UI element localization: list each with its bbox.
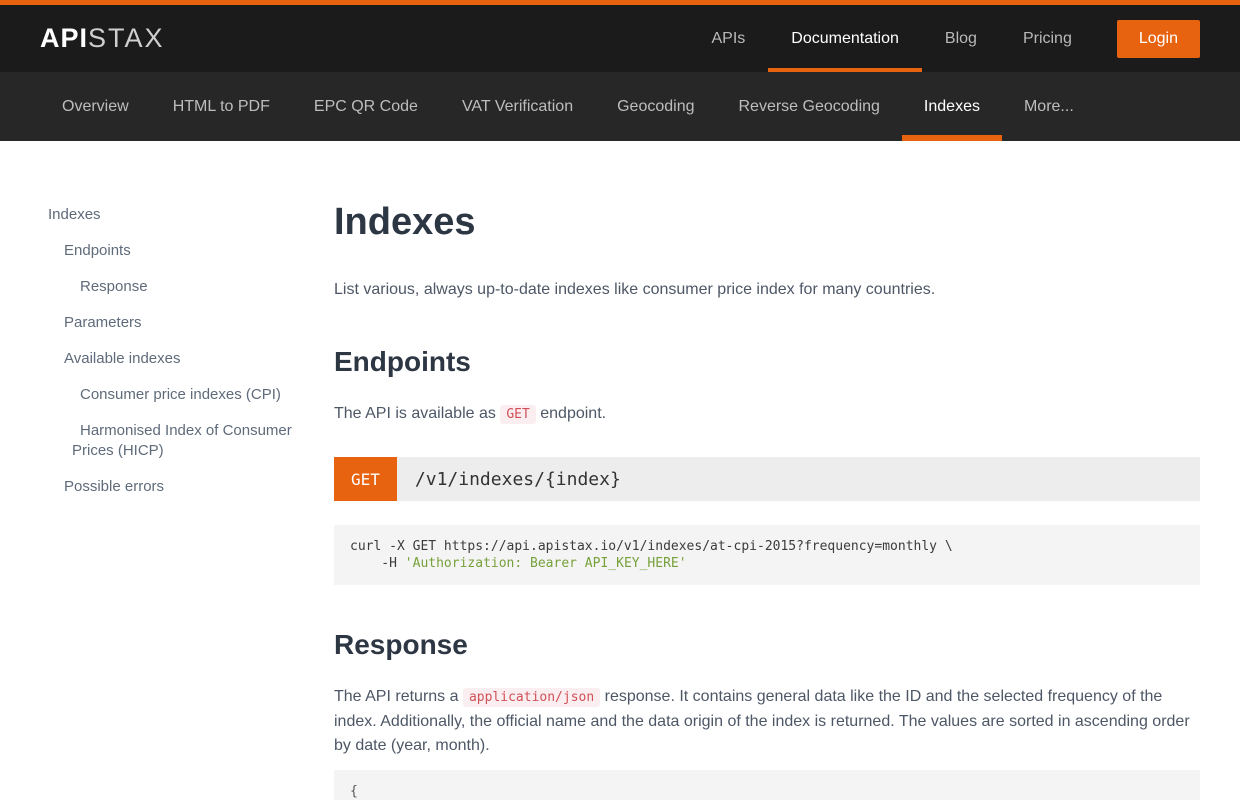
availability-suffix: endpoint.: [536, 405, 606, 422]
brand-logo[interactable]: API STAX: [40, 5, 165, 72]
get-inline-code: GET: [500, 405, 535, 424]
toc-item-endpoints[interactable]: Endpoints: [48, 241, 334, 261]
sub-nav-item-reverse-geocoding[interactable]: Reverse Geocoding: [717, 72, 902, 141]
availability-paragraph: The API is available as GET endpoint.: [334, 402, 1200, 427]
toc-item-hicp[interactable]: Harmonised Index of Consumer Prices (HIC…: [48, 421, 334, 461]
toc-item-cpi[interactable]: Consumer price indexes (CPI): [48, 385, 334, 405]
sub-nav-item-more[interactable]: More...: [1002, 72, 1096, 141]
response-desc-prefix: The API returns a: [334, 688, 463, 705]
sub-nav-item-geocoding[interactable]: Geocoding: [595, 72, 716, 141]
toc-item-parameters[interactable]: Parameters: [48, 313, 334, 333]
content-area: Indexes Endpoints Response Parameters Av…: [0, 141, 1240, 800]
brand-logo-bold: API: [40, 23, 88, 54]
endpoint-box: GET /v1/indexes/{index}: [334, 457, 1200, 501]
page-title: Indexes: [334, 201, 1200, 244]
top-nav-item-apis[interactable]: APIs: [688, 5, 768, 72]
doc-main: Indexes List various, always up-to-date …: [334, 201, 1200, 800]
response-json-code-block: { "id": "at-cpi-2015", "name": "Verbrauc…: [334, 770, 1200, 800]
intro-paragraph: List various, always up-to-date indexes …: [334, 278, 1200, 302]
sub-nav-item-indexes[interactable]: Indexes: [902, 72, 1002, 141]
top-nav-item-blog[interactable]: Blog: [922, 5, 1000, 72]
top-nav-item-pricing[interactable]: Pricing: [1000, 5, 1095, 72]
toc-sidebar: Indexes Endpoints Response Parameters Av…: [48, 201, 334, 800]
sub-nav-item-html-to-pdf[interactable]: HTML to PDF: [151, 72, 292, 141]
curl-example-code-block: curl -X GET https://api.apistax.io/v1/in…: [334, 525, 1200, 585]
response-heading: Response: [334, 629, 1200, 661]
top-nav-item-documentation[interactable]: Documentation: [768, 5, 922, 72]
toc-item-response[interactable]: Response: [48, 277, 334, 297]
sub-nav-item-vat-verification[interactable]: VAT Verification: [440, 72, 595, 141]
toc-item-available-indexes[interactable]: Available indexes: [48, 349, 334, 369]
toc-item-possible-errors[interactable]: Possible errors: [48, 477, 334, 497]
header: API STAX APIs Documentation Blog Pricing…: [0, 5, 1240, 72]
response-paragraph: The API returns a application/json respo…: [334, 685, 1200, 758]
toc-item-indexes[interactable]: Indexes: [48, 205, 334, 225]
application-json-inline-code: application/json: [463, 688, 600, 707]
endpoints-heading: Endpoints: [334, 346, 1200, 378]
sub-nav-item-overview[interactable]: Overview: [40, 72, 151, 141]
login-button[interactable]: Login: [1117, 20, 1200, 58]
method-badge: GET: [334, 457, 397, 501]
endpoint-path: /v1/indexes/{index}: [397, 457, 1200, 501]
availability-prefix: The API is available as: [334, 405, 500, 422]
brand-logo-light: STAX: [88, 23, 165, 54]
sub-nav-item-epc-qr-code[interactable]: EPC QR Code: [292, 72, 440, 141]
top-nav: APIs Documentation Blog Pricing Login: [688, 5, 1200, 72]
docs-sub-nav: Overview HTML to PDF EPC QR Code VAT Ver…: [0, 72, 1240, 141]
login-wrap: Login: [1117, 5, 1200, 72]
